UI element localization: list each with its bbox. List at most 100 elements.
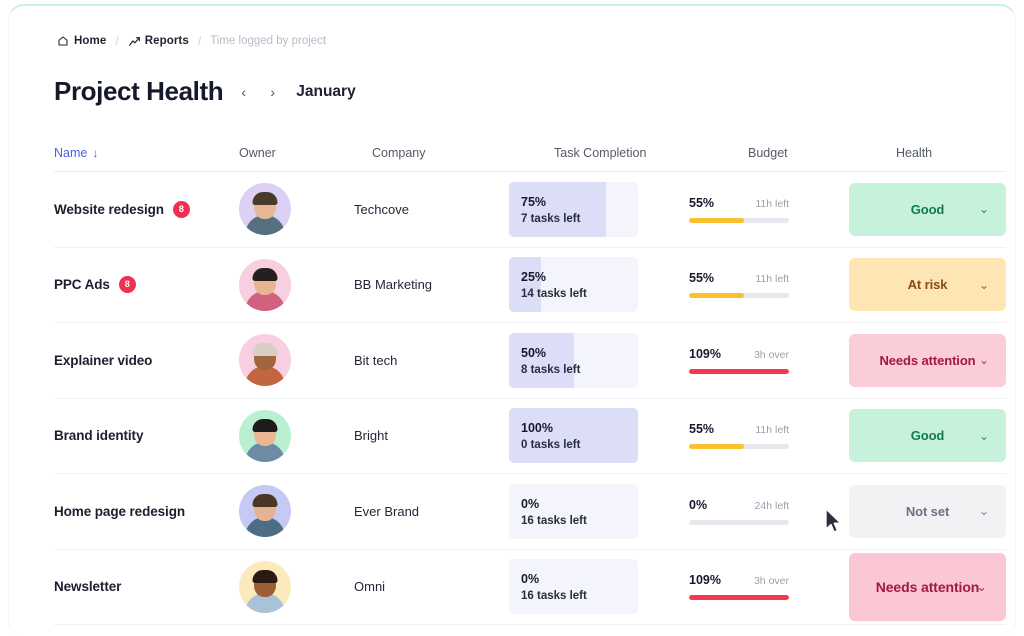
budget-percent: 55% — [689, 195, 715, 210]
project-name-cell[interactable]: Newsletter — [54, 579, 239, 594]
task-completion-bar: 0% 16 tasks left — [509, 559, 638, 615]
health-status-dropdown[interactable]: Needs attention ⌄ — [849, 552, 1006, 621]
column-header-health[interactable]: Health — [849, 146, 1006, 160]
table-row[interactable]: Website redesign 8 Techcove 75% 7 tasks left… — [54, 172, 1006, 248]
avatar[interactable] — [239, 334, 291, 387]
column-header-name[interactable]: Name ↓ — [54, 146, 239, 160]
project-name: Explainer video — [54, 352, 153, 368]
health-cell[interactable]: Needs attention ⌄ — [849, 333, 1006, 387]
budget-percent: 0% — [689, 497, 708, 512]
health-status-dropdown[interactable]: At risk ⌄ — [849, 258, 1006, 312]
project-name-cell[interactable]: Website redesign 8 — [54, 200, 239, 218]
owner-cell[interactable] — [239, 485, 354, 538]
page-header: Project Health ‹ › January — [54, 76, 356, 107]
health-status-label: Needs attention — [879, 352, 976, 368]
budget-progress-track — [689, 368, 789, 374]
breadcrumb-reports-label: Reports — [144, 35, 189, 47]
home-icon — [57, 35, 69, 47]
health-status-label: Not set — [905, 503, 950, 519]
budget-cell[interactable]: 55% 11h left — [689, 422, 849, 450]
task-completion-cell[interactable]: 100% 0 tasks left — [509, 408, 689, 464]
sort-descending-icon: ↓ — [92, 145, 99, 160]
task-completion-bar: 25% 14 tasks left — [509, 257, 638, 313]
budget-cell[interactable]: 55% 11h left — [689, 271, 849, 299]
chevron-down-icon: ⌄ — [979, 504, 989, 519]
task-completion-percent: 25% — [521, 270, 547, 285]
owner-cell[interactable] — [239, 409, 354, 462]
budget-cell[interactable]: 109% 3h over — [689, 347, 849, 374]
breadcrumb-separator-2: / — [197, 34, 202, 48]
health-cell[interactable]: Needs attention ⌄ — [849, 552, 1006, 621]
previous-period-button[interactable]: ‹ — [235, 80, 252, 104]
health-cell[interactable]: At risk ⌄ — [849, 258, 1006, 312]
health-status-dropdown[interactable]: Not set ⌄ — [849, 484, 1006, 538]
health-status-dropdown[interactable]: Needs attention ⌄ — [849, 333, 1006, 387]
avatar[interactable] — [239, 258, 291, 311]
avatar[interactable] — [239, 183, 291, 236]
projects-table: Name ↓ Owner Company Task Completion Bud… — [54, 136, 1006, 625]
table-header-row: Name ↓ Owner Company Task Completion Bud… — [54, 136, 1006, 172]
task-completion-cell[interactable]: 50% 8 tasks left — [509, 332, 689, 388]
budget-percent: 109% — [689, 346, 721, 361]
column-header-owner[interactable]: Owner — [239, 146, 354, 160]
budget-progress-track — [689, 293, 789, 299]
budget-progress-track — [689, 519, 789, 525]
table-row[interactable]: Home page redesign Ever Brand 0% 16 tasks l… — [54, 474, 1006, 550]
health-cell[interactable]: Good ⌄ — [849, 182, 1006, 236]
chevron-down-icon: ⌄ — [979, 202, 989, 217]
health-cell[interactable]: Not set ⌄ — [849, 484, 1006, 538]
owner-cell[interactable] — [239, 334, 354, 387]
avatar[interactable] — [239, 485, 291, 538]
task-completion-cell[interactable]: 0% 16 tasks left — [509, 559, 689, 615]
column-header-company[interactable]: Company — [354, 146, 509, 160]
avatar[interactable] — [239, 409, 291, 462]
budget-cell[interactable]: 109% 3h over — [689, 573, 849, 601]
budget-cell[interactable]: 0% 24h left — [689, 498, 849, 525]
task-completion-percent: 0% — [521, 496, 540, 511]
task-completion-percent: 75% — [521, 194, 547, 209]
company-name: Techcove — [354, 201, 409, 217]
app-window: Home / Reports / Time logged by project … — [8, 4, 1016, 636]
owner-cell[interactable] — [239, 258, 354, 311]
table-row[interactable]: Brand identity Bright 100% 0 tasks left 55% 1… — [54, 399, 1006, 474]
project-name-cell[interactable]: PPC Ads 8 — [54, 276, 239, 294]
company-name: Omni — [354, 579, 386, 595]
column-header-task-completion[interactable]: Task Completion — [509, 146, 689, 160]
column-header-name-label: Name — [54, 145, 88, 160]
project-name-cell[interactable]: Brand identity — [54, 428, 239, 443]
breadcrumb-item-home[interactable]: Home — [57, 35, 106, 47]
health-status-dropdown[interactable]: Good ⌄ — [849, 182, 1006, 236]
budget-time-note: 11h left — [755, 424, 789, 437]
health-cell[interactable]: Good ⌄ — [849, 409, 1006, 463]
tasks-left-label: 16 tasks left — [521, 590, 587, 603]
budget-time-note: 3h over — [753, 348, 789, 361]
budget-percent: 55% — [689, 271, 715, 286]
task-completion-cell[interactable]: 0% 16 tasks left — [509, 483, 689, 539]
budget-time-note: 11h left — [755, 273, 789, 286]
table-row[interactable]: Explainer video Bit tech 50% 8 tasks left 10… — [54, 323, 1006, 399]
budget-progress-fill — [689, 444, 744, 450]
task-completion-cell[interactable]: 75% 7 tasks left — [509, 181, 689, 237]
breadcrumb-item-reports[interactable]: Reports — [128, 35, 189, 47]
project-name-cell[interactable]: Home page redesign — [54, 504, 239, 519]
task-completion-bar: 0% 16 tasks left — [509, 483, 638, 539]
tasks-left-label: 7 tasks left — [521, 212, 581, 225]
health-status-label: Needs attention — [875, 578, 980, 595]
owner-cell[interactable] — [239, 560, 354, 613]
column-header-budget[interactable]: Budget — [689, 146, 849, 160]
breadcrumb-home-label: Home — [74, 35, 107, 47]
table-row[interactable]: PPC Ads 8 BB Marketing 25% 14 tasks left 55% 1… — [54, 248, 1006, 323]
owner-cell[interactable] — [239, 183, 354, 236]
avatar[interactable] — [239, 560, 291, 613]
notification-badge: 8 — [118, 276, 136, 294]
budget-cell[interactable]: 55% 11h left — [689, 196, 849, 223]
chevron-down-icon: ⌄ — [979, 428, 989, 443]
health-status-dropdown[interactable]: Good ⌄ — [849, 409, 1006, 463]
project-name-cell[interactable]: Explainer video — [54, 353, 239, 368]
task-completion-cell[interactable]: 25% 14 tasks left — [509, 257, 689, 313]
table-row[interactable]: Newsletter Omni 0% 16 tasks left 109% 3h over… — [54, 550, 1006, 625]
notification-badge: 8 — [172, 200, 190, 218]
next-period-button[interactable]: › — [264, 80, 281, 104]
project-name: PPC Ads — [54, 277, 110, 293]
company-name: Bit tech — [354, 352, 398, 368]
